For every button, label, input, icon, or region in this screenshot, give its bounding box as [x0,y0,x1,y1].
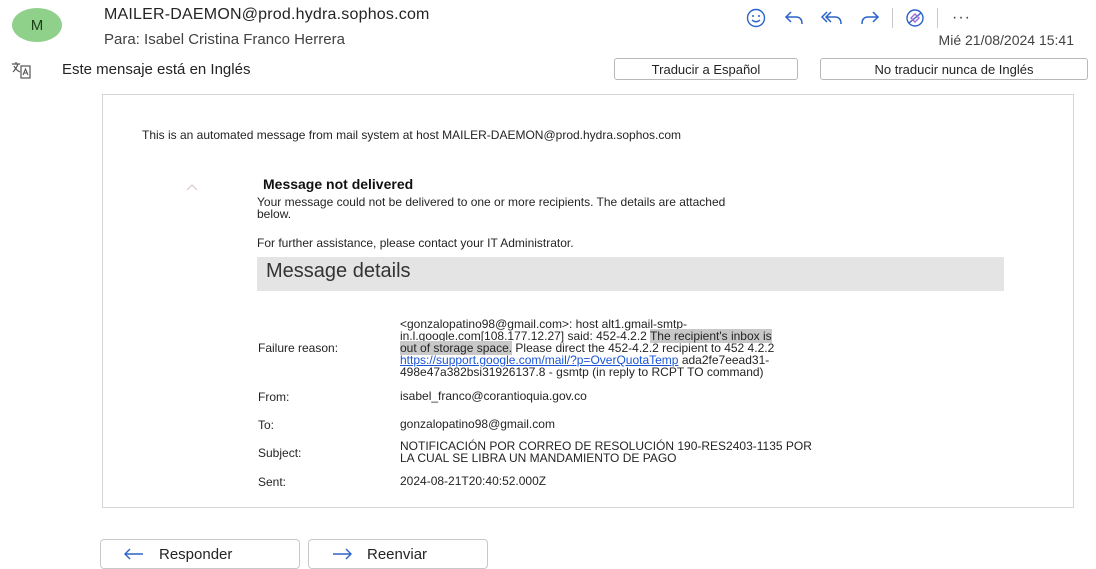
failure-line: 498e47a382bsi31926137.8 - gsmtp (in repl… [400,365,764,379]
reply-icon [124,548,143,560]
to-label: To: [258,418,275,432]
reply-icon[interactable] [782,6,806,30]
loop-icon[interactable] [903,6,927,30]
not-delivered-description: Your message could not be delivered to o… [257,196,997,220]
details-title: Message details [266,260,411,282]
subject-line: LA CUAL SE LIBRA UN MANDAMIENTO DE PAGO [400,451,677,465]
reply-button[interactable]: Responder [100,539,300,569]
forward-button[interactable]: Reenviar [308,539,488,569]
translate-button[interactable]: Traducir a Español [614,58,798,80]
sent-value: 2024-08-21T20:40:52.000Z [400,474,547,488]
reply-all-icon[interactable] [820,6,844,30]
from-label: From: [258,390,290,404]
description-line: below. [257,207,292,221]
never-translate-button[interactable]: No traducir nunca de Inglés [820,58,1088,80]
reply-button-label: Responder [159,545,233,563]
not-delivered-title: Message not delivered [263,176,414,192]
failure-reason-value: <gonzalopatino98@gmail.com>: host alt1.g… [400,318,990,378]
automated-message-text: This is an automated message from mail s… [142,128,682,142]
sender-name[interactable]: MAILER-DAEMON@prod.hydra.sophos.com [104,6,430,24]
toolbar-divider [892,8,893,28]
recipient-name[interactable]: Isabel Cristina Franco Herrera [144,31,345,48]
subject-value: NOTIFICACIÓN POR CORREO DE RESOLUCIÓN 19… [400,440,990,464]
description-line: Your message could not be delivered to o… [257,195,726,209]
to-value: gonzalopatino98@gmail.com [400,417,555,431]
assistance-text: For further assistance, please contact y… [257,236,574,250]
message-actions: ··· [744,6,971,30]
forward-icon[interactable] [858,6,882,30]
smile-icon[interactable] [744,6,768,30]
chevron-up-icon [186,178,198,191]
more-icon[interactable]: ··· [952,9,971,27]
language-notice: Este mensaje está en Inglés [62,61,251,78]
message-date: Mié 21/08/2024 15:41 [938,32,1074,48]
failure-reason-label: Failure reason: [258,341,339,355]
recipient-prefix: Para: [104,31,140,48]
translate-icon [10,60,32,80]
from-value: isabel_franco@corantioquia.gov.co [400,389,587,403]
subject-label: Subject: [258,446,302,460]
toolbar-divider [937,8,938,28]
forward-button-label: Reenviar [367,545,428,563]
avatar[interactable]: M [12,8,62,42]
sent-label: Sent: [258,475,287,489]
recipient-line: Para: Isabel Cristina Franco Herrera [104,31,345,48]
forward-icon [333,548,352,560]
